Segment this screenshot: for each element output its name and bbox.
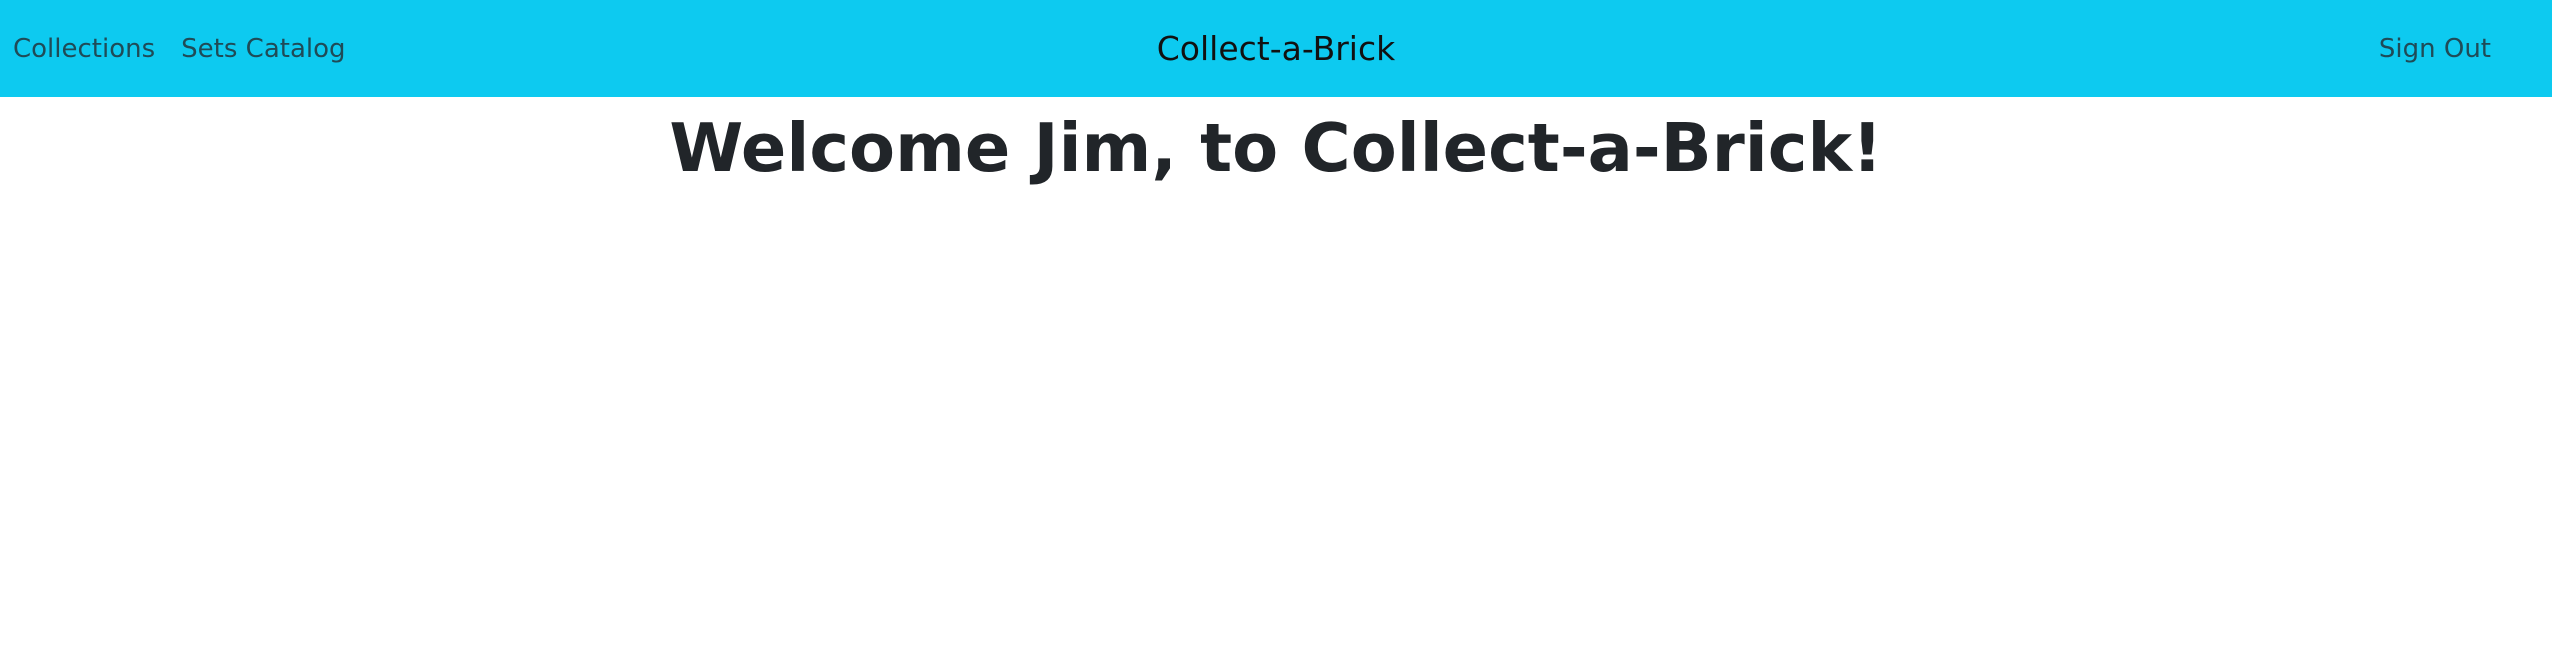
brand-title[interactable]: Collect-a-Brick: [0, 0, 2552, 97]
main-content: Welcome Jim, to Collect-a-Brick!: [0, 107, 2552, 191]
nav-right: Sign Out: [2366, 0, 2504, 97]
top-navbar: Collections Sets Catalog Collect-a-Brick…: [0, 0, 2552, 97]
welcome-heading: Welcome Jim, to Collect-a-Brick!: [669, 109, 1883, 187]
sign-out-link[interactable]: Sign Out: [2366, 34, 2504, 64]
